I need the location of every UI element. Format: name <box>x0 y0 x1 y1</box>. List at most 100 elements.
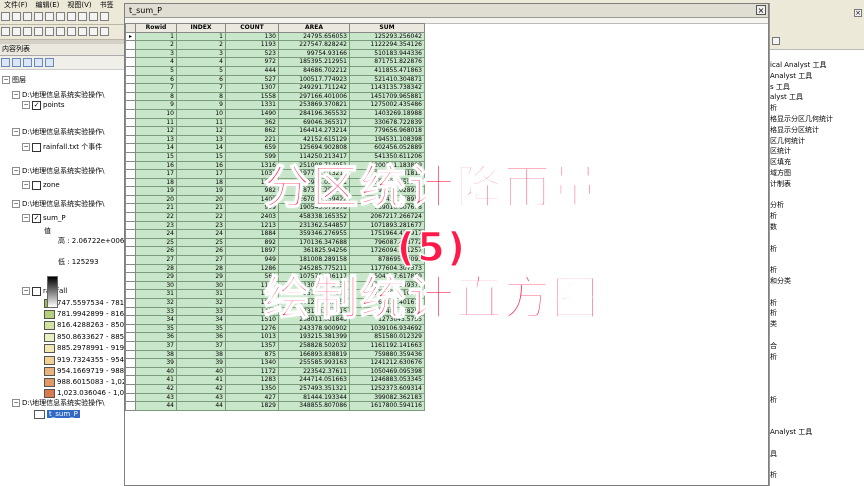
row-selector[interactable] <box>125 203 136 214</box>
delete-icon[interactable] <box>78 12 87 21</box>
table-cell[interactable]: 399082.362183 <box>349 392 425 403</box>
toolbox-item[interactable]: 合 <box>770 341 777 352</box>
table-cell[interactable]: 602456.052889 <box>349 143 425 153</box>
table-cell[interactable]: 1071893.281677 <box>349 220 425 231</box>
row-selector[interactable] <box>125 57 136 67</box>
table-cell[interactable]: 32 <box>135 298 177 308</box>
table-cell[interactable]: 1172 <box>225 366 279 377</box>
table-cell[interactable]: 5 <box>135 65 177 76</box>
select-icon[interactable] <box>89 27 98 36</box>
table-cell[interactable]: 16 <box>135 160 177 171</box>
row-selector-header[interactable] <box>125 23 136 33</box>
table-cell[interactable]: 201227.229451 <box>278 298 350 308</box>
toolbox-item[interactable]: 类 <box>770 319 777 330</box>
table-cell[interactable]: 164414.273214 <box>278 126 350 136</box>
toc-row-layer[interactable]: − ✓ points <box>22 100 65 111</box>
table-cell[interactable]: 29 <box>135 272 177 282</box>
table-cell[interactable]: 9 <box>135 100 177 110</box>
table-cell[interactable]: 890135.028931 <box>349 186 425 196</box>
table-cell[interactable]: 1307 <box>225 83 279 93</box>
table-cell[interactable]: 999 <box>225 203 279 214</box>
row-selector[interactable] <box>125 306 136 317</box>
table-cell[interactable]: 6 <box>176 74 226 85</box>
table-cell[interactable]: 43 <box>176 392 226 403</box>
column-header[interactable]: INDEX <box>176 23 226 33</box>
table-cell[interactable]: 42 <box>176 383 226 394</box>
table-cell[interactable]: 11 <box>135 117 177 128</box>
toc-row-layer[interactable]: − zone <box>22 180 60 191</box>
table-cell[interactable]: 759880.359436 <box>349 349 425 360</box>
close-icon[interactable]: × <box>756 5 766 15</box>
toc-row-table[interactable]: t_sum_P <box>34 409 80 420</box>
row-selector[interactable] <box>125 126 136 136</box>
table-row[interactable]: 15 15 599 114250.213417 541350.611206 <box>125 151 425 162</box>
table-cell[interactable]: 3 <box>135 48 177 59</box>
row-selector[interactable] <box>125 366 136 377</box>
toc-row-path[interactable]: − D:\地理信息系统实验操作\ <box>12 398 104 409</box>
save-icon[interactable] <box>23 12 32 21</box>
table-cell[interactable]: 8 <box>135 91 177 102</box>
row-selector[interactable] <box>125 160 136 171</box>
table-cell[interactable]: 1055 <box>225 298 279 308</box>
table-cell[interactable]: 14 <box>135 143 177 153</box>
table-cell[interactable]: 9 <box>176 100 226 110</box>
table-cell[interactable]: 972 <box>225 57 279 67</box>
table-cell[interactable]: 253869.370821 <box>278 100 350 110</box>
collapse-icon[interactable]: − <box>12 128 20 136</box>
menu-item[interactable]: 编辑(E) <box>32 0 64 10</box>
redo-icon[interactable] <box>100 12 109 21</box>
row-selector[interactable] <box>125 332 136 342</box>
row-selector[interactable] <box>125 117 136 128</box>
print-icon[interactable] <box>34 12 43 21</box>
row-selector[interactable] <box>125 229 136 239</box>
cut-icon[interactable] <box>45 12 54 21</box>
table-cell[interactable]: 185395.212951 <box>278 57 350 67</box>
row-selector[interactable] <box>125 134 136 145</box>
toolbox-item[interactable]: 析 <box>770 298 777 309</box>
toolbox-item[interactable]: 具 <box>770 449 777 460</box>
menu-item[interactable]: 视图(V) <box>63 0 95 10</box>
table-cell[interactable]: 871751.822876 <box>349 57 425 67</box>
table-row[interactable]: 12 12 862 164414.273214 779656.968018 <box>125 126 425 136</box>
table-cell[interactable]: 21 <box>135 203 177 214</box>
table-cell[interactable]: 35 <box>135 323 177 334</box>
pan-icon[interactable] <box>23 27 32 36</box>
table-cell[interactable]: 1158921.655945 <box>349 177 425 188</box>
toolbox-item[interactable]: 析 <box>770 244 777 255</box>
table-cell[interactable]: 1451709.965881 <box>349 91 425 102</box>
table-cell[interactable]: 18 <box>176 177 226 188</box>
table-row[interactable]: 29 29 564 107575.036117 504317.617859 <box>125 272 425 282</box>
row-selector[interactable] <box>125 108 136 119</box>
table-cell[interactable]: 258828.502032 <box>278 340 350 351</box>
row-selector[interactable] <box>125 151 136 162</box>
list-by-visibility-icon[interactable] <box>23 58 32 67</box>
table-cell[interactable]: 1246883.053345 <box>349 375 425 385</box>
toc-row-path[interactable]: − D:\地理信息系统实验操作\ <box>12 166 104 177</box>
table-cell[interactable]: 411855.471863 <box>349 65 425 76</box>
fixed-zoom-out-icon[interactable] <box>56 27 65 36</box>
table-row[interactable]: ▸ 1 1 130 24795.656053 125293.256042 <box>125 31 425 42</box>
table-row[interactable]: 32 32 1055 201227.229451 964338.401672 <box>125 298 425 308</box>
row-selector[interactable] <box>125 272 136 282</box>
table-cell[interactable]: 796087.428772 <box>349 237 425 248</box>
identify-icon[interactable] <box>100 27 109 36</box>
layer-visibility-checkbox[interactable] <box>32 142 41 152</box>
table-row[interactable]: 20 20 1400 267030.159422 1285430.178955 <box>125 194 425 205</box>
table-cell[interactable]: 19 <box>176 186 226 196</box>
table-row[interactable]: 19 19 982 187302.252063 890135.028931 <box>125 186 425 196</box>
table-cell[interactable]: 125293.256042 <box>349 31 425 42</box>
table-cell[interactable]: 1276 <box>225 323 279 334</box>
toolbox-item[interactable]: 析 <box>770 308 777 319</box>
table-cell[interactable]: 194531.108398 <box>349 134 425 145</box>
collapse-icon[interactable]: − <box>22 143 30 151</box>
toc-row-group[interactable]: − 图层 <box>2 75 26 86</box>
new-icon[interactable] <box>1 12 10 21</box>
table-row[interactable]: 7 7 1307 249291.711242 1143135.738342 <box>125 83 425 93</box>
toc-row-text[interactable]: 低 : 125293 <box>58 257 99 268</box>
table-row[interactable]: 18 18 1258 239945.096921 1158921.655945 <box>125 177 425 188</box>
table-cell[interactable]: 12 <box>135 126 177 136</box>
table-cell[interactable]: 288011.081848 <box>278 315 350 325</box>
collapse-icon[interactable]: − <box>2 76 10 84</box>
table-cell[interactable]: 31 <box>176 289 226 299</box>
toc-row-class[interactable]: 954.1669719 - 988 <box>44 366 124 377</box>
